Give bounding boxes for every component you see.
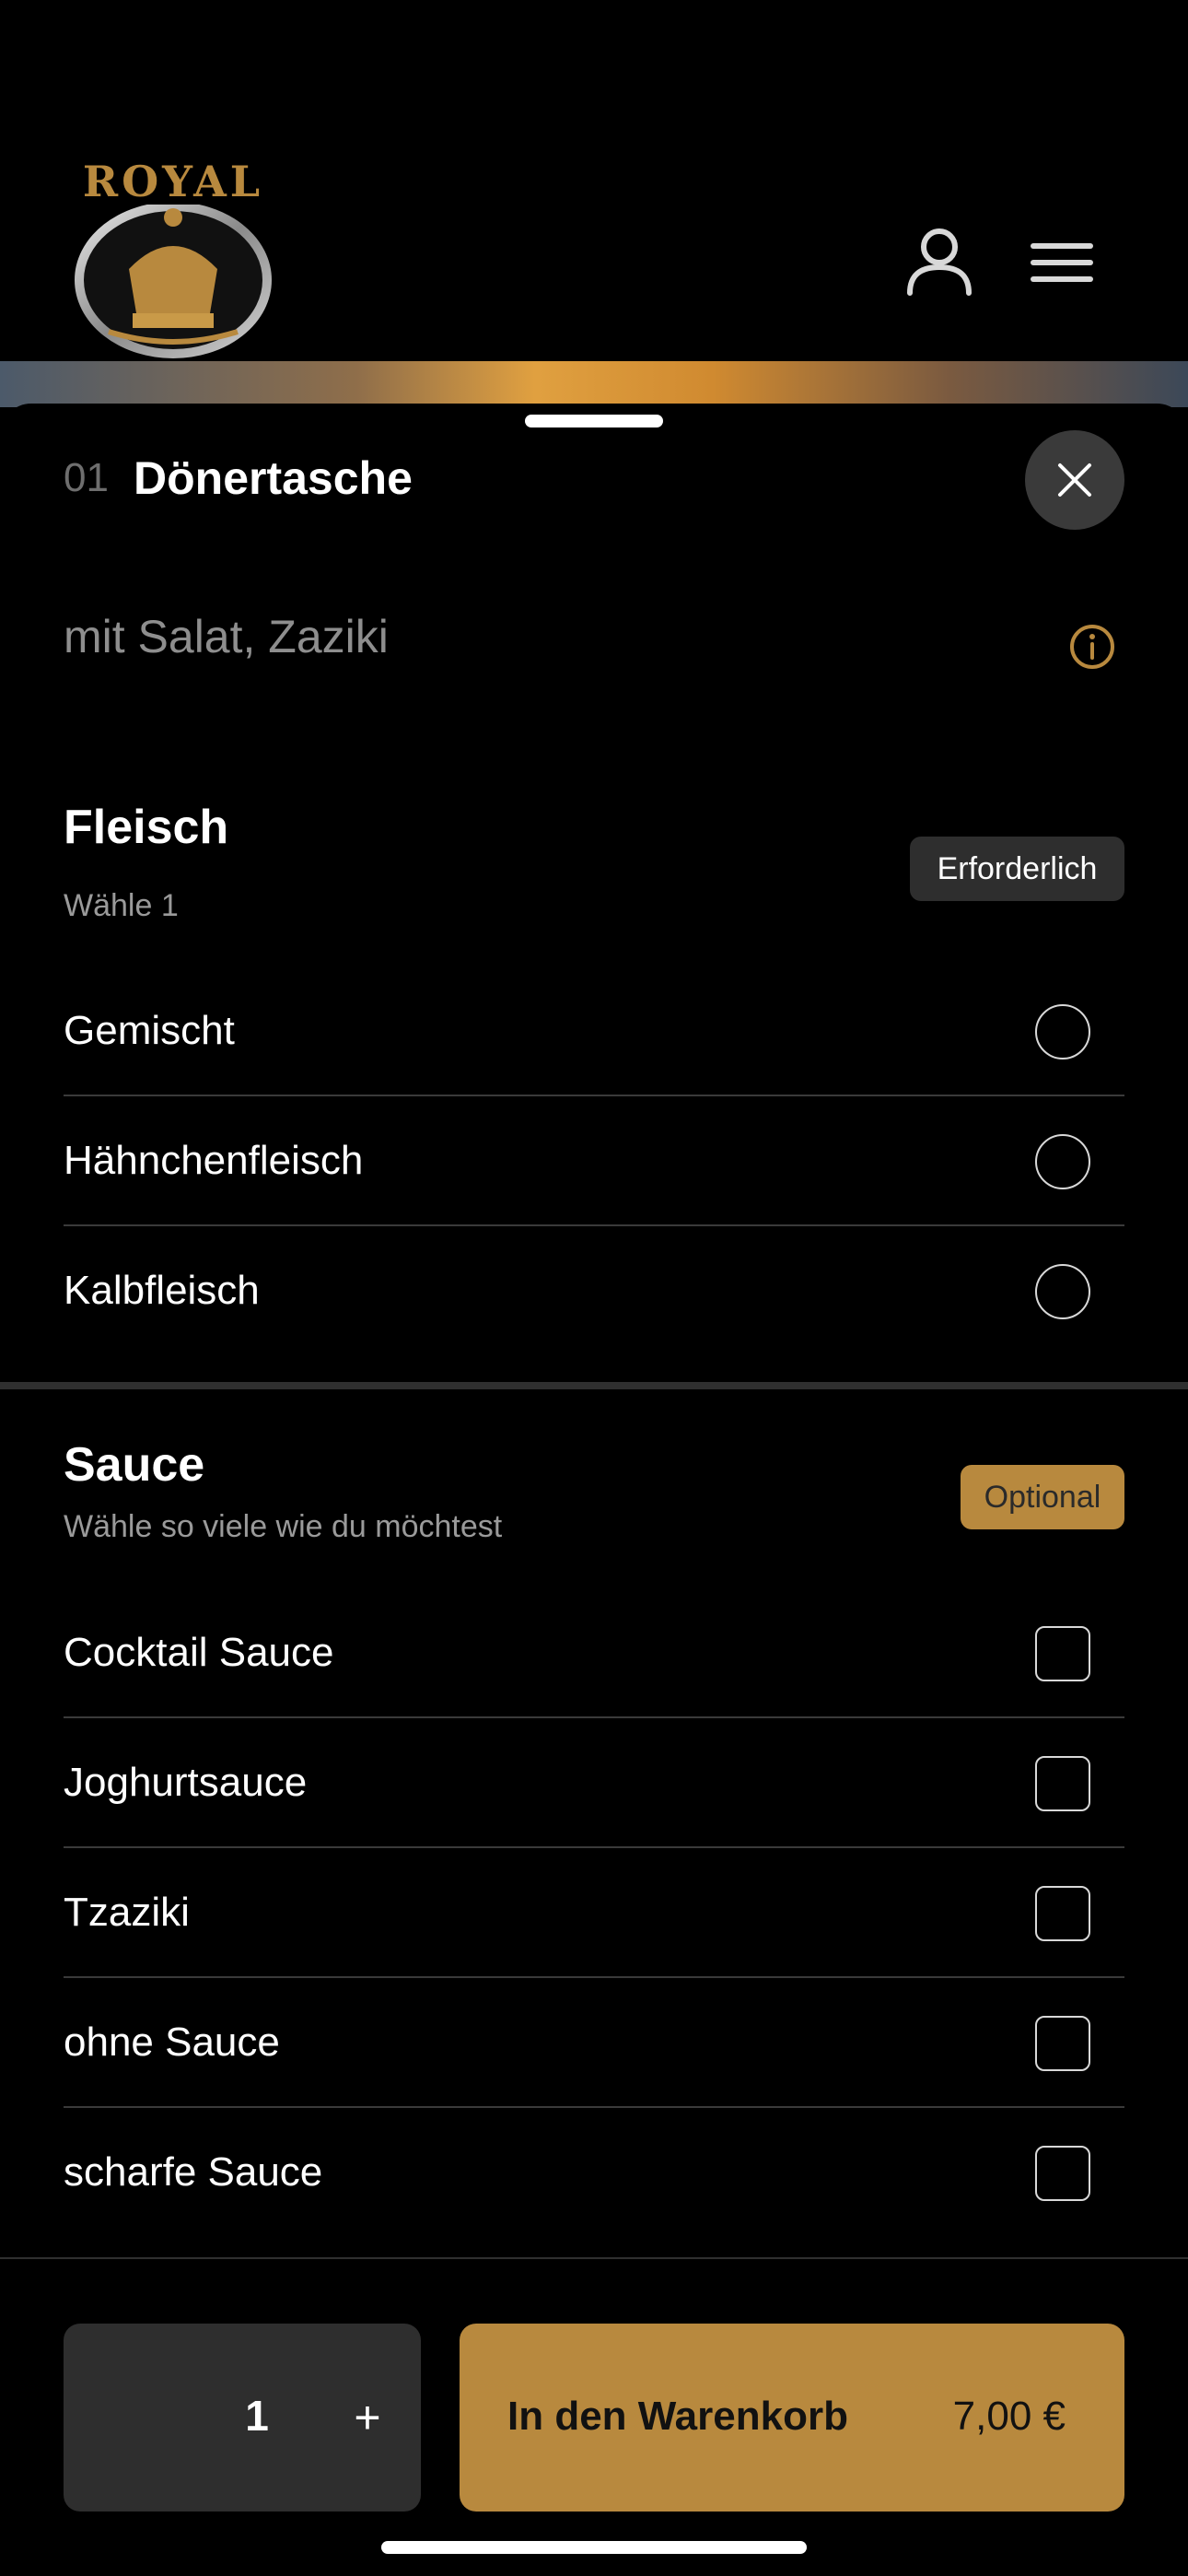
- option-label: ohne Sauce: [64, 2020, 280, 2065]
- hero-image-strip: [0, 361, 1188, 407]
- logo-text: ROYAL: [82, 157, 264, 206]
- checkbox[interactable]: [1035, 1756, 1090, 1811]
- checkbox[interactable]: [1035, 2016, 1090, 2071]
- option-label: Cocktail Sauce: [64, 1630, 334, 1675]
- user-icon[interactable]: [903, 223, 976, 297]
- checkbox[interactable]: [1035, 1626, 1090, 1681]
- item-description: mit Salat, Zaziki: [64, 611, 389, 662]
- required-badge: Erforderlich: [910, 837, 1124, 901]
- close-icon: [1058, 463, 1091, 497]
- option-row-gemischt[interactable]: Gemischt: [64, 967, 1124, 1096]
- menu-icon[interactable]: [1030, 241, 1094, 284]
- price-label: 7,00 €: [952, 2394, 1066, 2439]
- sheet-grabber[interactable]: [525, 415, 663, 427]
- option-row-kalbfleisch[interactable]: Kalbfleisch: [64, 1227, 1124, 1356]
- option-row-joghurtsauce[interactable]: Joghurtsauce: [64, 1719, 1124, 1848]
- option-row-scharfe-sauce[interactable]: scharfe Sauce: [64, 2109, 1124, 2238]
- option-label: Kalbfleisch: [64, 1268, 260, 1313]
- group-subtitle-fleisch: Wähle 1: [64, 888, 179, 923]
- radio-button[interactable]: [1035, 1264, 1090, 1319]
- option-label: Joghurtsauce: [64, 1760, 308, 1805]
- add-to-cart-button[interactable]: In den Warenkorb 7,00 €: [460, 2324, 1124, 2512]
- quantity-stepper: 1 +: [64, 2324, 421, 2512]
- royal-logo[interactable]: ROYAL: [72, 157, 274, 361]
- option-row-haehnchenfleisch[interactable]: Hähnchenfleisch: [64, 1097, 1124, 1226]
- option-label: scharfe Sauce: [64, 2149, 323, 2195]
- radio-button[interactable]: [1035, 1134, 1090, 1189]
- group-title-fleisch: Fleisch: [64, 801, 229, 854]
- footer-divider: [0, 2257, 1188, 2259]
- crown-icon: [75, 205, 272, 358]
- option-row-cocktail-sauce[interactable]: Cocktail Sauce: [64, 1589, 1124, 1718]
- add-to-cart-label: In den Warenkorb: [507, 2394, 848, 2439]
- option-row-ohne-sauce[interactable]: ohne Sauce: [64, 1979, 1124, 2108]
- optional-badge: Optional: [961, 1465, 1124, 1529]
- quantity-value: 1: [245, 2392, 269, 2440]
- option-label: Gemischt: [64, 1008, 235, 1053]
- group-title-sauce: Sauce: [64, 1438, 205, 1492]
- quantity-plus-button[interactable]: +: [331, 2381, 404, 2454]
- home-indicator: [381, 2541, 807, 2554]
- option-label: Tzaziki: [64, 1890, 190, 1935]
- item-number: 01: [64, 455, 109, 500]
- section-divider: [0, 1382, 1188, 1389]
- option-row-tzaziki[interactable]: Tzaziki: [64, 1849, 1124, 1978]
- checkbox[interactable]: [1035, 2146, 1090, 2201]
- checkbox[interactable]: [1035, 1886, 1090, 1941]
- item-title: Dönertasche: [134, 452, 413, 504]
- info-icon[interactable]: [1068, 623, 1116, 671]
- option-label: Hähnchenfleisch: [64, 1138, 364, 1183]
- radio-button[interactable]: [1035, 1004, 1090, 1060]
- close-button[interactable]: [1025, 430, 1124, 530]
- app-header: ROYAL: [0, 0, 1188, 361]
- group-subtitle-sauce: Wähle so viele wie du möchtest: [64, 1509, 503, 1544]
